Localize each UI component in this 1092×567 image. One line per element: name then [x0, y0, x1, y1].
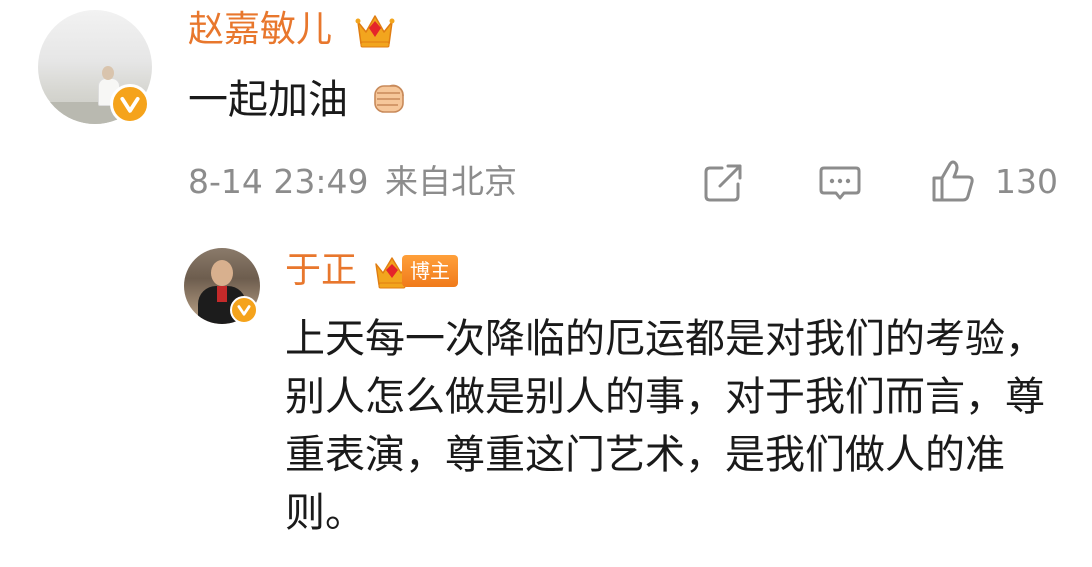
comment-text: 一起加油 [188, 77, 348, 123]
comment-time: 8-14 23:49 [188, 162, 369, 201]
avatar-photo-collar [217, 286, 227, 302]
crown-icon [355, 15, 395, 48]
blogger-badge: 博主 [402, 255, 458, 287]
reply-author-name[interactable]: 于正 [285, 246, 357, 296]
share-icon[interactable] [700, 158, 748, 206]
fist-emoji-icon [374, 84, 404, 113]
verified-icon [110, 84, 150, 124]
comment-author-name[interactable]: 赵嘉敏儿 [188, 4, 332, 56]
avatar-photo-head [102, 66, 114, 80]
comment-location: 来自北京 [385, 162, 517, 201]
like-icon[interactable] [928, 156, 978, 206]
verified-icon [230, 296, 258, 324]
like-count: 130 [995, 162, 1058, 201]
reply-text: 上天每一次降临的厄运都是对我们的考验，别人怎么做是别人的事，对于我们而言，尊重表… [285, 316, 1045, 536]
comment-icon[interactable] [816, 158, 864, 206]
avatar-photo-head [211, 260, 233, 286]
comment-meta: 8-14 23:49 来自北京 [188, 160, 517, 204]
